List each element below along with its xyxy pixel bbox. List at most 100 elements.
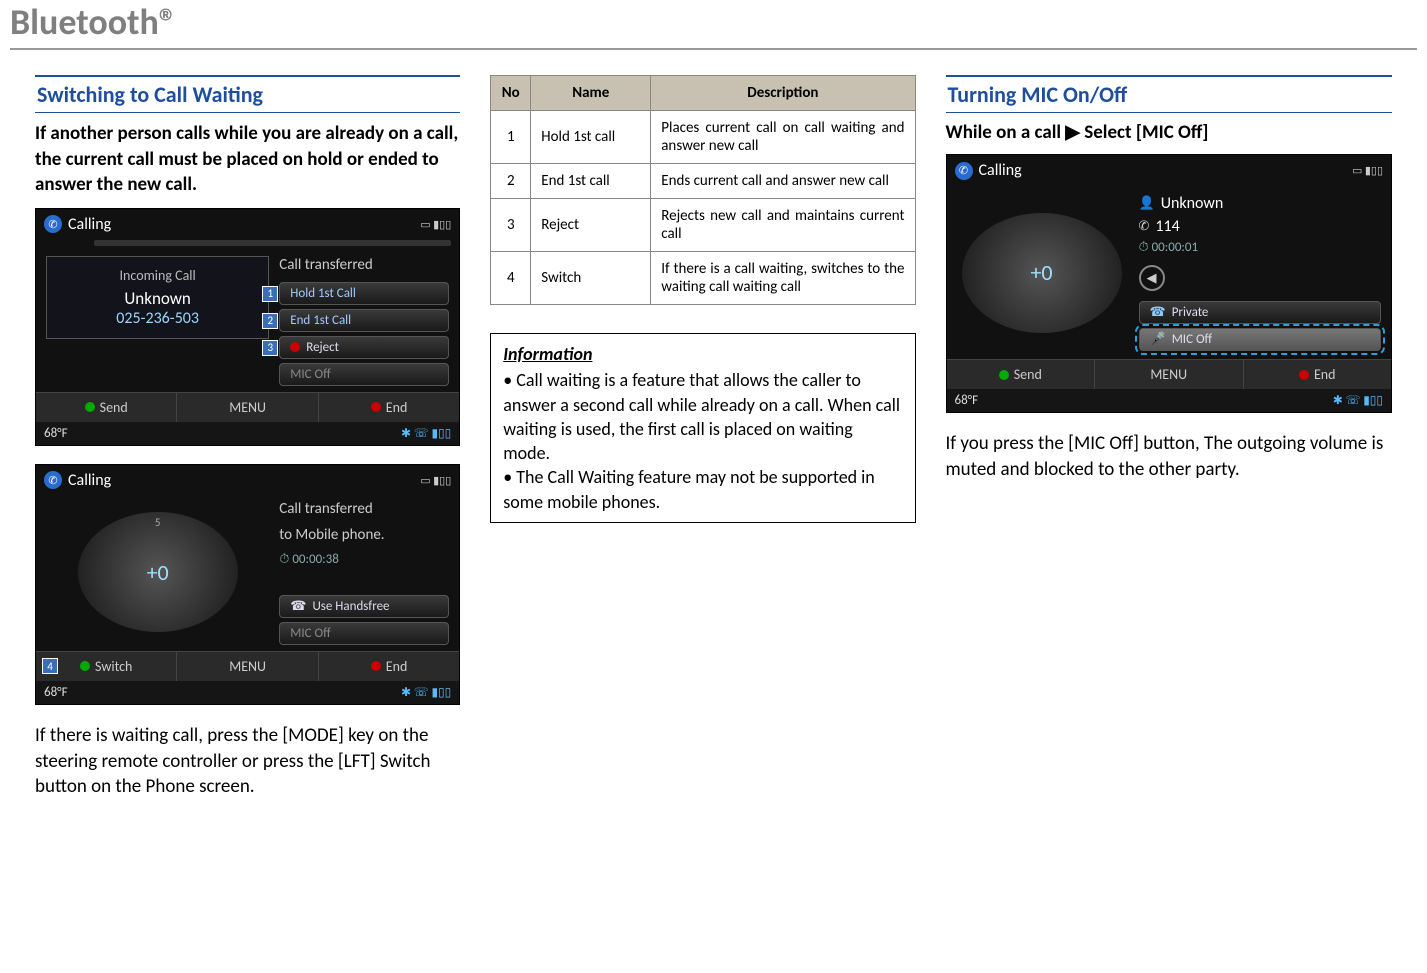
callout-3: 3 [262, 340, 278, 356]
caller-name: Unknown [61, 288, 254, 309]
bluetooth-icon: ✆ [955, 162, 973, 180]
send-softkey[interactable]: Send [36, 393, 176, 422]
footer-icons: ✱ ☏ ▮▯▯ [401, 426, 451, 441]
cell-desc: Ends current call and answer new call [651, 164, 915, 199]
chevron-left-icon[interactable]: ◀ [1139, 265, 1165, 291]
column-right: Turning MIC On/Off While on a call ▶ Sel… [946, 75, 1393, 800]
caller-number: 114 [1155, 217, 1179, 236]
send-label: Send [1014, 366, 1042, 383]
table-row: 2 End 1st call Ends current call and ans… [491, 164, 915, 199]
end-softkey[interactable]: End [318, 652, 459, 681]
mic-off-label: MIC Off [290, 626, 330, 641]
call-transferred-text: Call transferred [279, 256, 449, 274]
dial-pad: +0 5 [78, 512, 238, 632]
footer-icons: ✱ ☏ ▮▯▯ [401, 685, 451, 700]
switch-icon [80, 661, 90, 671]
menu-softkey[interactable]: MENU [176, 652, 317, 681]
mic-off-button-dim[interactable]: MIC Off [279, 622, 449, 645]
callout-2: 2 [262, 313, 278, 329]
private-icon: ☎ [1150, 305, 1166, 320]
info-bullet-2: • The Call Waiting feature may not be su… [503, 465, 902, 514]
end-label: End [386, 399, 408, 416]
bluetooth-icon: ✆ [44, 471, 62, 489]
temperature: 68°F [955, 393, 979, 408]
call-time: ⏱ 00:00:01 [1139, 240, 1382, 255]
call-mode-label: Calling [68, 471, 111, 490]
incoming-call-popup: Incoming Call Unknown 025-236-503 [46, 256, 269, 339]
caller-number: 025-236-503 [61, 309, 254, 328]
mic-off-label: MIC Off [1172, 332, 1212, 347]
callout-4: 4 [42, 658, 58, 674]
transferred-line2: to Mobile phone. [279, 526, 449, 544]
mic-off-label: MIC Off [290, 367, 330, 382]
use-handsfree-button[interactable]: ☎ Use Handsfree [279, 595, 449, 618]
phone-icon: ✆ [1139, 219, 1150, 234]
mic-action-line: While on a call ▶ Select [MIC Off] [946, 121, 1393, 144]
cell-no: 2 [491, 164, 531, 199]
private-label: Private [1172, 305, 1209, 320]
status-icons: ▭ ▮▯▯ [420, 474, 451, 487]
status-icons: ▭ ▮▯▯ [1352, 164, 1383, 177]
cell-desc: Rejects new call and maintains current c… [651, 199, 915, 252]
send-softkey[interactable]: Send [947, 360, 1095, 389]
end-softkey[interactable]: End [318, 393, 459, 422]
cell-no: 1 [491, 111, 531, 164]
hold-first-call-button[interactable]: 1 Hold 1st Call [279, 282, 449, 305]
softkey-bar: 4 Switch MENU End [36, 651, 459, 681]
status-bar: 68°F ✱ ☏ ▮▯▯ [36, 681, 459, 704]
cell-no: 4 [491, 252, 531, 305]
page-title: Bluetooth® [10, 0, 1417, 50]
private-button[interactable]: ☎ Private [1139, 301, 1382, 324]
dial-num-5: 5 [155, 516, 161, 529]
mic-off-button-dim[interactable]: MIC Off [279, 363, 449, 386]
screenshot-transferred-call: ✆ Calling ▭ ▮▯▯ +0 5 Call transferred to… [35, 464, 460, 705]
caller-name: Unknown [1161, 194, 1224, 213]
reject-label: Reject [306, 340, 339, 355]
heading-call-waiting: Switching to Call Waiting [35, 75, 460, 113]
menu-softkey[interactable]: MENU [1094, 360, 1243, 389]
end-label: End [1314, 366, 1336, 383]
cell-name: Reject [531, 199, 651, 252]
send-icon [999, 370, 1009, 380]
end1-label: End 1st Call [290, 313, 351, 328]
end-softkey[interactable]: End [1243, 360, 1392, 389]
intro-text: If another person calls while you are al… [35, 121, 460, 198]
screenshot-incoming-call: ✆ Calling ▭ ▮▯▯ Incoming Call Unknown 02… [35, 208, 460, 446]
information-box: Information • Call waiting is a feature … [490, 333, 915, 523]
content-columns: Switching to Call Waiting If another per… [10, 75, 1417, 800]
call-mode-label: Calling [979, 161, 1022, 180]
send-label: Send [100, 399, 128, 416]
cell-name: Switch [531, 252, 651, 305]
cell-desc: Places current call on call waiting and … [651, 111, 915, 164]
switch-softkey[interactable]: 4 Switch [36, 652, 176, 681]
hangup-icon [290, 342, 300, 352]
handsfree-icon: ☎ [290, 599, 306, 614]
mic-icon: 🎤 [1150, 332, 1166, 347]
dial-center: +0 [1030, 259, 1052, 286]
reject-call-button[interactable]: 3 Reject [279, 336, 449, 359]
popup-title: Incoming Call [61, 267, 254, 284]
menu-softkey[interactable]: MENU [176, 393, 317, 422]
temperature: 68°F [44, 685, 68, 700]
heading-mic-onoff: Turning MIC On/Off [946, 75, 1393, 113]
call-mode-label: Calling [68, 215, 111, 234]
table-row: 4 Switch If there is a call waiting, swi… [491, 252, 915, 305]
bluetooth-icon: ✆ [44, 215, 62, 233]
callout-1: 1 [262, 286, 278, 302]
call-time-value: 00:00:01 [1152, 240, 1199, 255]
status-bar: 68°F ✱ ☏ ▮▯▯ [947, 389, 1392, 412]
dial-pad: +0 [962, 213, 1122, 333]
end-first-call-button[interactable]: 2 End 1st Call [279, 309, 449, 332]
table-row: 1 Hold 1st call Places current call on c… [491, 111, 915, 164]
table-row: 3 Reject Rejects new call and maintains … [491, 199, 915, 252]
progress-bar [94, 240, 451, 246]
transferred-line1: Call transferred [279, 500, 449, 518]
temperature: 68°F [44, 426, 68, 441]
mic-off-button[interactable]: 🎤 MIC Off [1139, 328, 1382, 351]
cell-name: Hold 1st call [531, 111, 651, 164]
softkey-bar: Send MENU End [36, 392, 459, 422]
call-time-value: 00:00:38 [292, 552, 339, 567]
softkey-bar: Send MENU End [947, 359, 1392, 389]
end-icon [371, 402, 381, 412]
switch-label: Switch [95, 658, 132, 675]
